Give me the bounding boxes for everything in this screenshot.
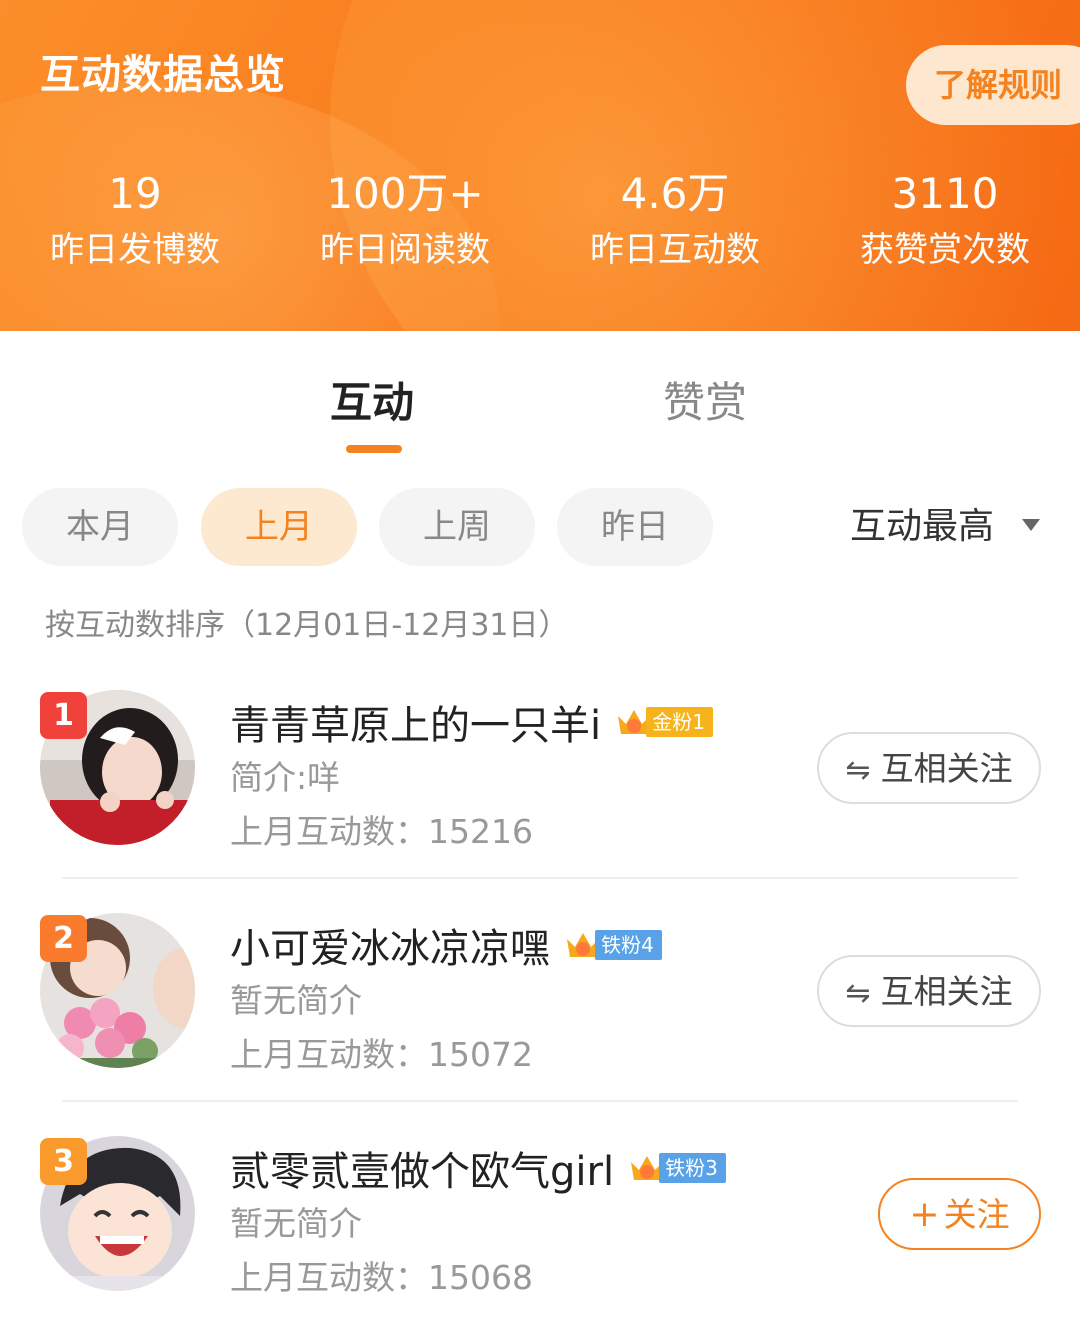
stat-label: 昨日互动数 — [590, 230, 760, 270]
filter-this-month[interactable]: 本月 — [22, 488, 178, 566]
count-value: 15068 — [428, 1258, 533, 1297]
row-divider — [62, 877, 1018, 879]
user-intro: 简介:咩 — [230, 758, 341, 797]
user-name[interactable]: 小可爱冰冰凉凉嘿 — [230, 926, 550, 972]
stat-reads: 100万+ 昨日阅读数 — [270, 168, 540, 276]
count-value: 15072 — [428, 1035, 533, 1074]
page-title: 互动数据总览 — [40, 52, 286, 98]
tab-bar: 互动 赞赏 — [0, 331, 1080, 461]
mutual-follow-button[interactable]: ⇋ 互相关注 — [817, 732, 1041, 804]
follow-button[interactable]: + 关注 — [878, 1178, 1041, 1250]
mutual-arrows-icon: ⇋ — [845, 976, 871, 1011]
fan-level-badge: 铁粉3 — [627, 1150, 726, 1186]
user-intro: 暂无简介 — [230, 981, 362, 1020]
filter-last-month[interactable]: 上月 — [201, 488, 357, 566]
stat-interactions: 4.6万 昨日互动数 — [540, 168, 810, 276]
count-value: 15216 — [428, 812, 533, 851]
count-label: 上月互动数： — [230, 812, 428, 851]
stat-posts: 19 昨日发博数 — [0, 168, 270, 276]
caret-down-icon[interactable] — [1022, 519, 1040, 531]
user-name-line: 贰零贰壹做个欧气girl 铁粉3 — [230, 1139, 726, 1195]
tab-reward[interactable]: 赞赏 — [663, 369, 747, 430]
interaction-count: 上月互动数：15068 — [230, 1251, 533, 1299]
rank-badge: 1 — [40, 692, 87, 739]
tab-interaction[interactable]: 互动 — [330, 369, 414, 430]
sort-description: 按互动数排序（12月01日-12月31日） — [45, 608, 569, 643]
sort-dropdown[interactable]: 互动最高 — [850, 488, 994, 566]
overview-header: 互动数据总览 了解规则 19 昨日发博数 100万+ 昨日阅读数 4.6万 昨日… — [0, 0, 1080, 331]
stat-label: 昨日发博数 — [50, 230, 220, 270]
button-label: 互相关注 — [880, 749, 1013, 788]
user-name-line: 小可爱冰冰凉凉嘿 铁粉4 — [230, 916, 662, 972]
button-label: 互相关注 — [880, 972, 1013, 1011]
mutual-arrows-icon: ⇋ — [845, 753, 871, 788]
user-name[interactable]: 贰零贰壹做个欧气girl — [230, 1149, 614, 1195]
user-name-line: 青青草原上的一只羊i 金粉1 — [230, 693, 713, 749]
plus-icon: + — [909, 1194, 940, 1235]
fan-level-badge: 金粉1 — [614, 704, 713, 740]
interaction-count: 上月互动数：15072 — [230, 1028, 533, 1076]
interaction-count: 上月互动数：15216 — [230, 805, 533, 853]
button-label: 关注 — [943, 1195, 1010, 1234]
fan-badge-text: 金粉1 — [646, 707, 713, 737]
stat-label: 获赞赏次数 — [860, 230, 1030, 270]
list-item[interactable]: 1 青青草原上的一只羊i 金粉1 简介:咩 上月互动数：15216 ⇋ 互相关注 — [0, 665, 1080, 888]
mutual-follow-button[interactable]: ⇋ 互相关注 — [817, 955, 1041, 1027]
list-item[interactable]: 3 贰零贰壹做个欧气girl 铁粉3 暂无简介 上月互动数：15068 + 关注 — [0, 1111, 1080, 1334]
learn-rules-button[interactable]: 了解规则 — [906, 45, 1080, 125]
row-divider — [62, 1100, 1018, 1102]
rank-badge: 3 — [40, 1138, 87, 1185]
count-label: 上月互动数： — [230, 1258, 428, 1297]
stat-label: 昨日阅读数 — [320, 230, 490, 270]
fan-level-badge: 铁粉4 — [563, 927, 662, 963]
stats-row: 19 昨日发博数 100万+ 昨日阅读数 4.6万 昨日互动数 3110 获赞赏… — [0, 168, 1080, 278]
period-filters: 本月 上月 上周 昨日 互动最高 — [0, 488, 1080, 566]
stat-value: 19 — [108, 169, 162, 218]
user-intro: 暂无简介 — [230, 1204, 362, 1243]
list-item[interactable]: 2 小可爱冰冰凉凉嘿 铁粉4 暂无简介 上月互动数：15072 ⇋ 互相关注 — [0, 888, 1080, 1111]
stat-value: 4.6万 — [620, 169, 730, 218]
rank-badge: 2 — [40, 915, 87, 962]
stat-value: 3110 — [891, 169, 999, 218]
count-label: 上月互动数： — [230, 1035, 428, 1074]
filter-yesterday[interactable]: 昨日 — [557, 488, 713, 566]
stat-rewards: 3110 获赞赏次数 — [810, 168, 1080, 276]
stat-value: 100万+ — [326, 169, 484, 218]
user-name[interactable]: 青青草原上的一只羊i — [230, 703, 601, 749]
filter-last-week[interactable]: 上周 — [379, 488, 535, 566]
fan-badge-text: 铁粉3 — [659, 1153, 726, 1183]
tab-active-indicator — [346, 445, 402, 453]
fan-badge-text: 铁粉4 — [595, 930, 662, 960]
